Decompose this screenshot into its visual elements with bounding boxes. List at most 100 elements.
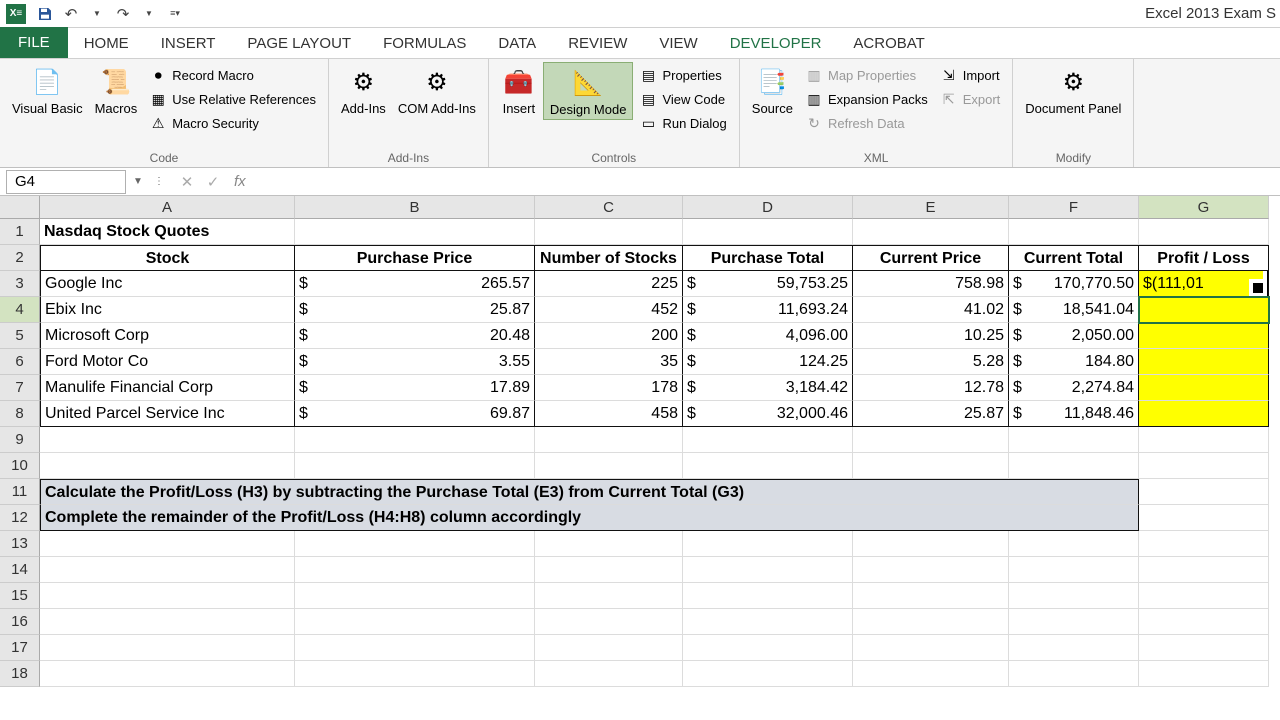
cell[interactable] (1139, 505, 1269, 531)
header-6[interactable]: Profit / Loss (1139, 245, 1269, 271)
cell-profit-loss[interactable] (1139, 297, 1269, 323)
cell[interactable] (1009, 453, 1139, 479)
cell-cprice[interactable]: 12.78 (853, 375, 1009, 401)
cell[interactable] (535, 427, 683, 453)
cell[interactable] (1009, 635, 1139, 661)
cell[interactable] (683, 531, 853, 557)
cell-ctotal[interactable]: $170,770.50 (1009, 271, 1139, 297)
row-header-18[interactable]: 18 (0, 661, 40, 687)
cell[interactable] (853, 531, 1009, 557)
row-header-16[interactable]: 16 (0, 609, 40, 635)
cell[interactable] (295, 219, 535, 245)
cell[interactable] (40, 427, 295, 453)
document-panel-button[interactable]: ⚙ Document Panel (1019, 62, 1127, 118)
cell[interactable] (853, 557, 1009, 583)
cell[interactable] (1139, 427, 1269, 453)
cell[interactable] (1009, 661, 1139, 687)
cell[interactable] (535, 583, 683, 609)
header-2[interactable]: Number of Stocks (535, 245, 683, 271)
cell[interactable] (683, 427, 853, 453)
row-header-2[interactable]: 2 (0, 245, 40, 271)
cell[interactable] (1139, 219, 1269, 245)
cell[interactable] (295, 427, 535, 453)
expansion-packs-button[interactable]: ▥Expansion Packs (803, 88, 930, 110)
cell[interactable] (1139, 635, 1269, 661)
macros-button[interactable]: 📜 Macros (89, 62, 144, 118)
use-relative-refs-button[interactable]: ▦Use Relative References (147, 88, 318, 110)
tab-insert[interactable]: INSERT (145, 29, 232, 58)
row-header-14[interactable]: 14 (0, 557, 40, 583)
cell-profit-loss[interactable] (1139, 401, 1269, 427)
col-header-f[interactable]: F (1009, 196, 1139, 219)
addins-button[interactable]: ⚙ Add-Ins (335, 62, 392, 118)
col-header-c[interactable]: C (535, 196, 683, 219)
cell-num[interactable]: 178 (535, 375, 683, 401)
cell-ctotal[interactable]: $2,050.00 (1009, 323, 1139, 349)
cell[interactable] (535, 661, 683, 687)
redo-button[interactable]: ↷ (113, 4, 133, 24)
cell-profit-loss[interactable] (1139, 349, 1269, 375)
cell[interactable] (295, 557, 535, 583)
cell[interactable] (1009, 427, 1139, 453)
tab-review[interactable]: REVIEW (552, 29, 643, 58)
header-5[interactable]: Current Total (1009, 245, 1139, 271)
tab-view[interactable]: VIEW (643, 29, 713, 58)
tab-file[interactable]: FILE (0, 27, 68, 58)
cell[interactable] (1009, 531, 1139, 557)
cell[interactable] (1139, 531, 1269, 557)
cell-num[interactable]: 452 (535, 297, 683, 323)
row-header-10[interactable]: 10 (0, 453, 40, 479)
cell-profit-loss[interactable] (1139, 323, 1269, 349)
undo-button[interactable]: ↶ (61, 4, 81, 24)
cell[interactable] (535, 557, 683, 583)
row-header-8[interactable]: 8 (0, 401, 40, 427)
cell-stock[interactable]: United Parcel Service Inc (40, 401, 295, 427)
import-button[interactable]: ⇲Import (938, 64, 1003, 86)
cell[interactable] (683, 453, 853, 479)
tab-home[interactable]: HOME (68, 29, 145, 58)
header-3[interactable]: Purchase Total (683, 245, 853, 271)
cell-price[interactable]: $69.87 (295, 401, 535, 427)
tab-acrobat[interactable]: ACROBAT (837, 29, 940, 58)
cell[interactable] (295, 609, 535, 635)
cell[interactable] (853, 453, 1009, 479)
cell-ctotal[interactable]: $2,274.84 (1009, 375, 1139, 401)
insert-control-button[interactable]: 🧰 Insert (495, 62, 543, 118)
cell-profit-loss[interactable] (1139, 375, 1269, 401)
cell[interactable] (295, 531, 535, 557)
visual-basic-button[interactable]: 📄 Visual Basic (6, 62, 89, 118)
cell-ptotal[interactable]: $32,000.46 (683, 401, 853, 427)
row-header-4[interactable]: 4 (0, 297, 40, 323)
cell-price[interactable]: $265.57 (295, 271, 535, 297)
instruction-2[interactable]: Complete the remainder of the Profit/Los… (40, 505, 1139, 531)
col-header-e[interactable]: E (853, 196, 1009, 219)
tab-data[interactable]: DATA (482, 29, 552, 58)
cell[interactable] (853, 635, 1009, 661)
col-header-g[interactable]: G (1139, 196, 1269, 219)
name-box[interactable]: G4 (6, 170, 126, 194)
cell[interactable] (853, 427, 1009, 453)
cell[interactable] (40, 453, 295, 479)
instruction-1[interactable]: Calculate the Profit/Loss (H3) by subtra… (40, 479, 1139, 505)
cell[interactable] (295, 453, 535, 479)
cell-stock[interactable]: Ebix Inc (40, 297, 295, 323)
cell-cprice[interactable]: 758.98 (853, 271, 1009, 297)
row-header-6[interactable]: 6 (0, 349, 40, 375)
cell-cprice[interactable]: 5.28 (853, 349, 1009, 375)
tab-page-layout[interactable]: PAGE LAYOUT (231, 29, 367, 58)
cell-profit-loss[interactable]: $(111,01 (1139, 271, 1269, 297)
cell[interactable] (295, 635, 535, 661)
header-4[interactable]: Current Price (853, 245, 1009, 271)
cell-stock[interactable]: Manulife Financial Corp (40, 375, 295, 401)
properties-button[interactable]: ▤Properties (637, 64, 728, 86)
col-header-b[interactable]: B (295, 196, 535, 219)
col-header-a[interactable]: A (40, 196, 295, 219)
cell-ptotal[interactable]: $59,753.25 (683, 271, 853, 297)
cell[interactable] (1139, 453, 1269, 479)
view-code-button[interactable]: ▤View Code (637, 88, 728, 110)
cell-stock[interactable]: Microsoft Corp (40, 323, 295, 349)
cell-ctotal[interactable]: $11,848.46 (1009, 401, 1139, 427)
cell[interactable] (683, 635, 853, 661)
cell[interactable] (853, 583, 1009, 609)
cell[interactable] (853, 219, 1009, 245)
